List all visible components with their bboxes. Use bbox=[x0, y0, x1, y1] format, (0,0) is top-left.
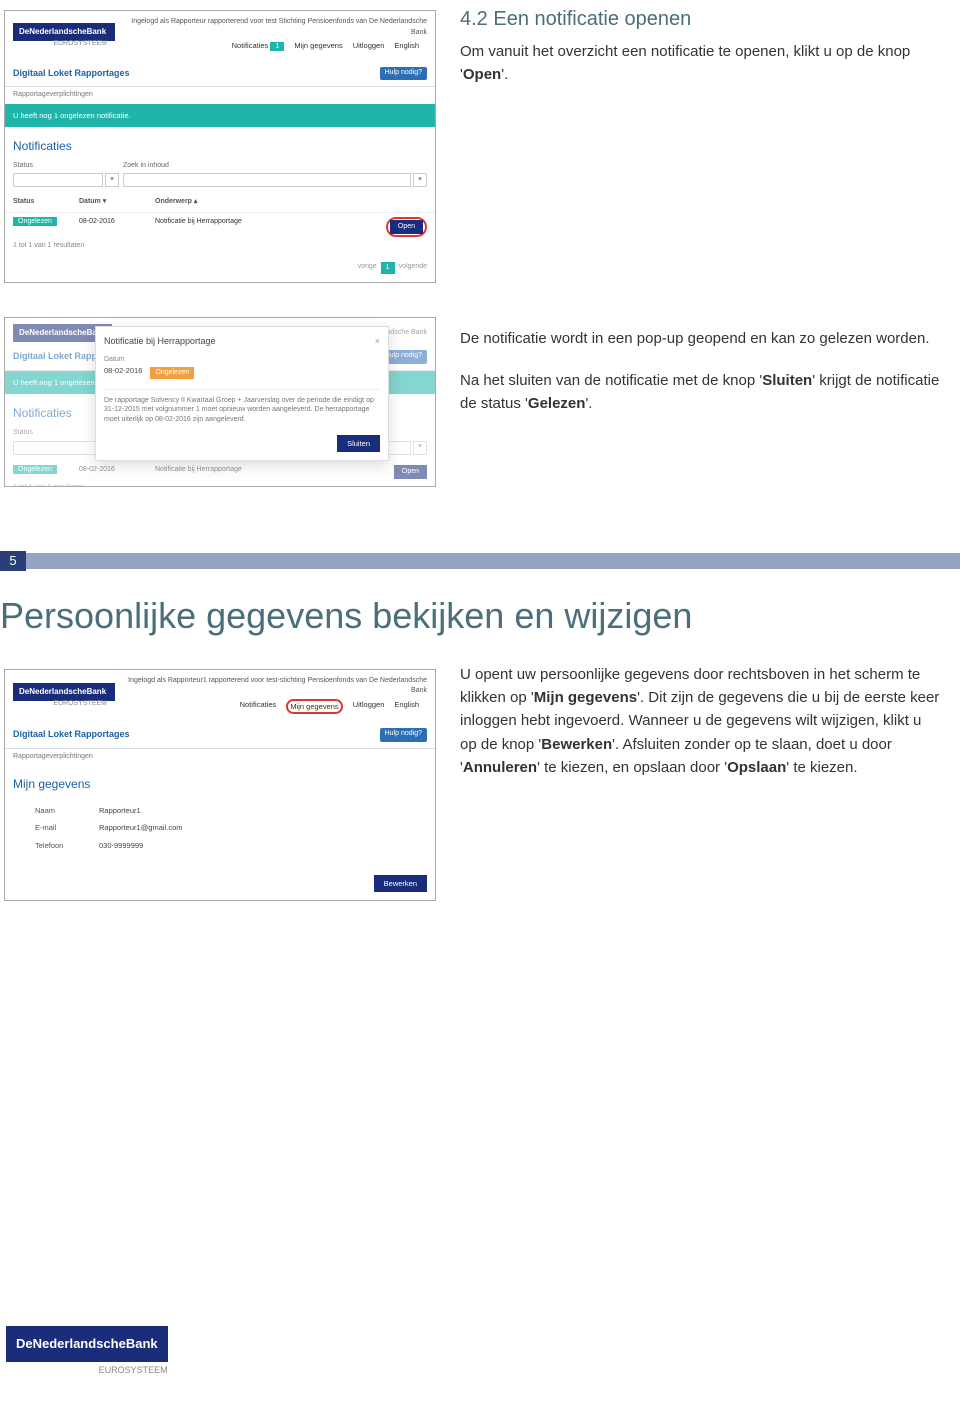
nav-english[interactable]: English bbox=[394, 699, 419, 714]
pager-prev[interactable]: vorige bbox=[358, 262, 377, 275]
field-email: E-mail Rapporteur1@gmail.com bbox=[35, 822, 425, 833]
filter-search-label: Zoek in inhoud bbox=[123, 161, 427, 172]
cell-datum: 08-02-2016 bbox=[79, 217, 149, 238]
pager-next[interactable]: volgende bbox=[399, 262, 427, 275]
filter-status-select[interactable] bbox=[13, 173, 103, 187]
help-button[interactable]: Hulp nodig? bbox=[380, 67, 427, 81]
section-5-bar bbox=[26, 553, 960, 569]
screenshot-mijn-gegevens: DeNederlandscheBank EUROSYSTEEM Ingelogd… bbox=[4, 669, 436, 901]
nav-uitloggen[interactable]: Uitloggen bbox=[353, 40, 385, 53]
field-telefoon: Telefoon 030-9999999 bbox=[35, 840, 425, 851]
footer-logo: DeNederlandscheBank EUROSYSTEEM bbox=[6, 1326, 168, 1377]
nav-mijn-gegevens[interactable]: Mijn gegevens bbox=[290, 702, 338, 711]
clear-status-button[interactable]: × bbox=[105, 173, 119, 187]
nav-notificaties[interactable]: Notificaties bbox=[240, 699, 277, 714]
filter-search-input[interactable] bbox=[123, 173, 411, 187]
screenshot-notificatie-popup: DeNederlandscheBank Ingelogd als Rapport… bbox=[4, 317, 436, 487]
section-5-marker: 5 bbox=[0, 551, 960, 571]
unread-banner: U heeft nog 1 ongelezen notificatie. bbox=[5, 104, 435, 127]
clear-search-button[interactable]: × bbox=[413, 173, 427, 187]
th-status[interactable]: Status bbox=[13, 197, 73, 208]
section-title: Notificaties bbox=[5, 127, 435, 161]
login-line: Ingelogd als Rapporteur1 rapporterend vo… bbox=[115, 676, 427, 697]
eurosysteem-label: EUROSYSTEEM bbox=[19, 39, 115, 50]
nav-english[interactable]: English bbox=[394, 40, 419, 53]
nav-mijn-gegevens[interactable]: Mijn gegevens bbox=[294, 40, 342, 53]
field-naam: Naam Rapporteur1 bbox=[35, 805, 425, 816]
breadcrumb[interactable]: Rapportageverplichtingen bbox=[5, 87, 435, 104]
section-5-title: Persoonlijke gegevens bekijken en wijzig… bbox=[0, 581, 960, 659]
cell-onderwerp: Notificatie bij Herrapportage bbox=[155, 217, 369, 238]
section-5-number: 5 bbox=[0, 551, 26, 571]
th-onderwerp[interactable]: Onderwerp ▴ bbox=[155, 197, 369, 208]
section-4-2-p3: Na het sluiten van de notificatie met de… bbox=[460, 369, 940, 416]
help-button[interactable]: Hulp nodig? bbox=[380, 728, 427, 742]
dnb-logo: DeNederlandscheBank bbox=[6, 1326, 168, 1362]
app-title: Digitaal Loket Rapportages bbox=[13, 728, 130, 742]
app-title: Digitaal Loket Rapportages bbox=[13, 67, 130, 81]
section-5-p: U opent uw persoonlijke gegevens door re… bbox=[460, 663, 940, 779]
open-button[interactable]: Open bbox=[390, 220, 423, 235]
login-line: Ingelogd als Rapporteur rapporterend voo… bbox=[115, 17, 427, 38]
edit-button[interactable]: Bewerken bbox=[374, 875, 427, 892]
popup-status-badge: Ongelezen bbox=[150, 367, 194, 380]
section-title: Mijn gegevens bbox=[5, 765, 435, 799]
results-count: 1 tot 1 van 1 resultaten bbox=[5, 241, 435, 258]
nav-notificaties[interactable]: Notificaties 1 bbox=[232, 40, 285, 53]
eurosysteem-label: EUROSYSTEEM bbox=[19, 699, 115, 710]
status-badge: Ongelezen bbox=[13, 217, 57, 226]
th-datum[interactable]: Datum ▾ bbox=[79, 197, 149, 208]
table-row: Ongelezen 08-02-2016 Notificatie bij Her… bbox=[5, 213, 435, 242]
nav-uitloggen[interactable]: Uitloggen bbox=[353, 699, 385, 714]
eurosysteem-label: EUROSYSTEEM bbox=[6, 1364, 168, 1378]
section-4-2-p2: De notificatie wordt in een pop-up geope… bbox=[460, 327, 940, 350]
breadcrumb[interactable]: Rapportageverplichtingen bbox=[5, 749, 435, 766]
screenshot-notificaties-overview: DeNederlandscheBank EUROSYSTEEM Ingelogd… bbox=[4, 10, 436, 283]
popup-body: De rapportage Solvency II Kwartaal Groep… bbox=[104, 389, 380, 425]
notification-popup: Notificatie bij Herrapportage × Datum 08… bbox=[95, 326, 389, 461]
popup-date: 08-02-2016 bbox=[104, 365, 142, 376]
popup-close-icon[interactable]: × bbox=[375, 335, 380, 349]
open-button-highlight: Open bbox=[386, 217, 427, 238]
nav-mijn-gegevens-highlight: Mijn gegevens bbox=[286, 699, 342, 714]
section-4-2-heading: 4.2 Een notificatie openen bbox=[460, 4, 940, 34]
popup-close-button[interactable]: Sluiten bbox=[337, 435, 380, 452]
popup-date-label: Datum bbox=[104, 355, 380, 366]
section-4-2-p1: Om vanuit het overzicht een notificatie … bbox=[460, 40, 940, 87]
filter-status-label: Status bbox=[13, 161, 119, 172]
popup-title: Notificatie bij Herrapportage bbox=[104, 335, 216, 349]
pager-current: 1 bbox=[381, 262, 395, 275]
